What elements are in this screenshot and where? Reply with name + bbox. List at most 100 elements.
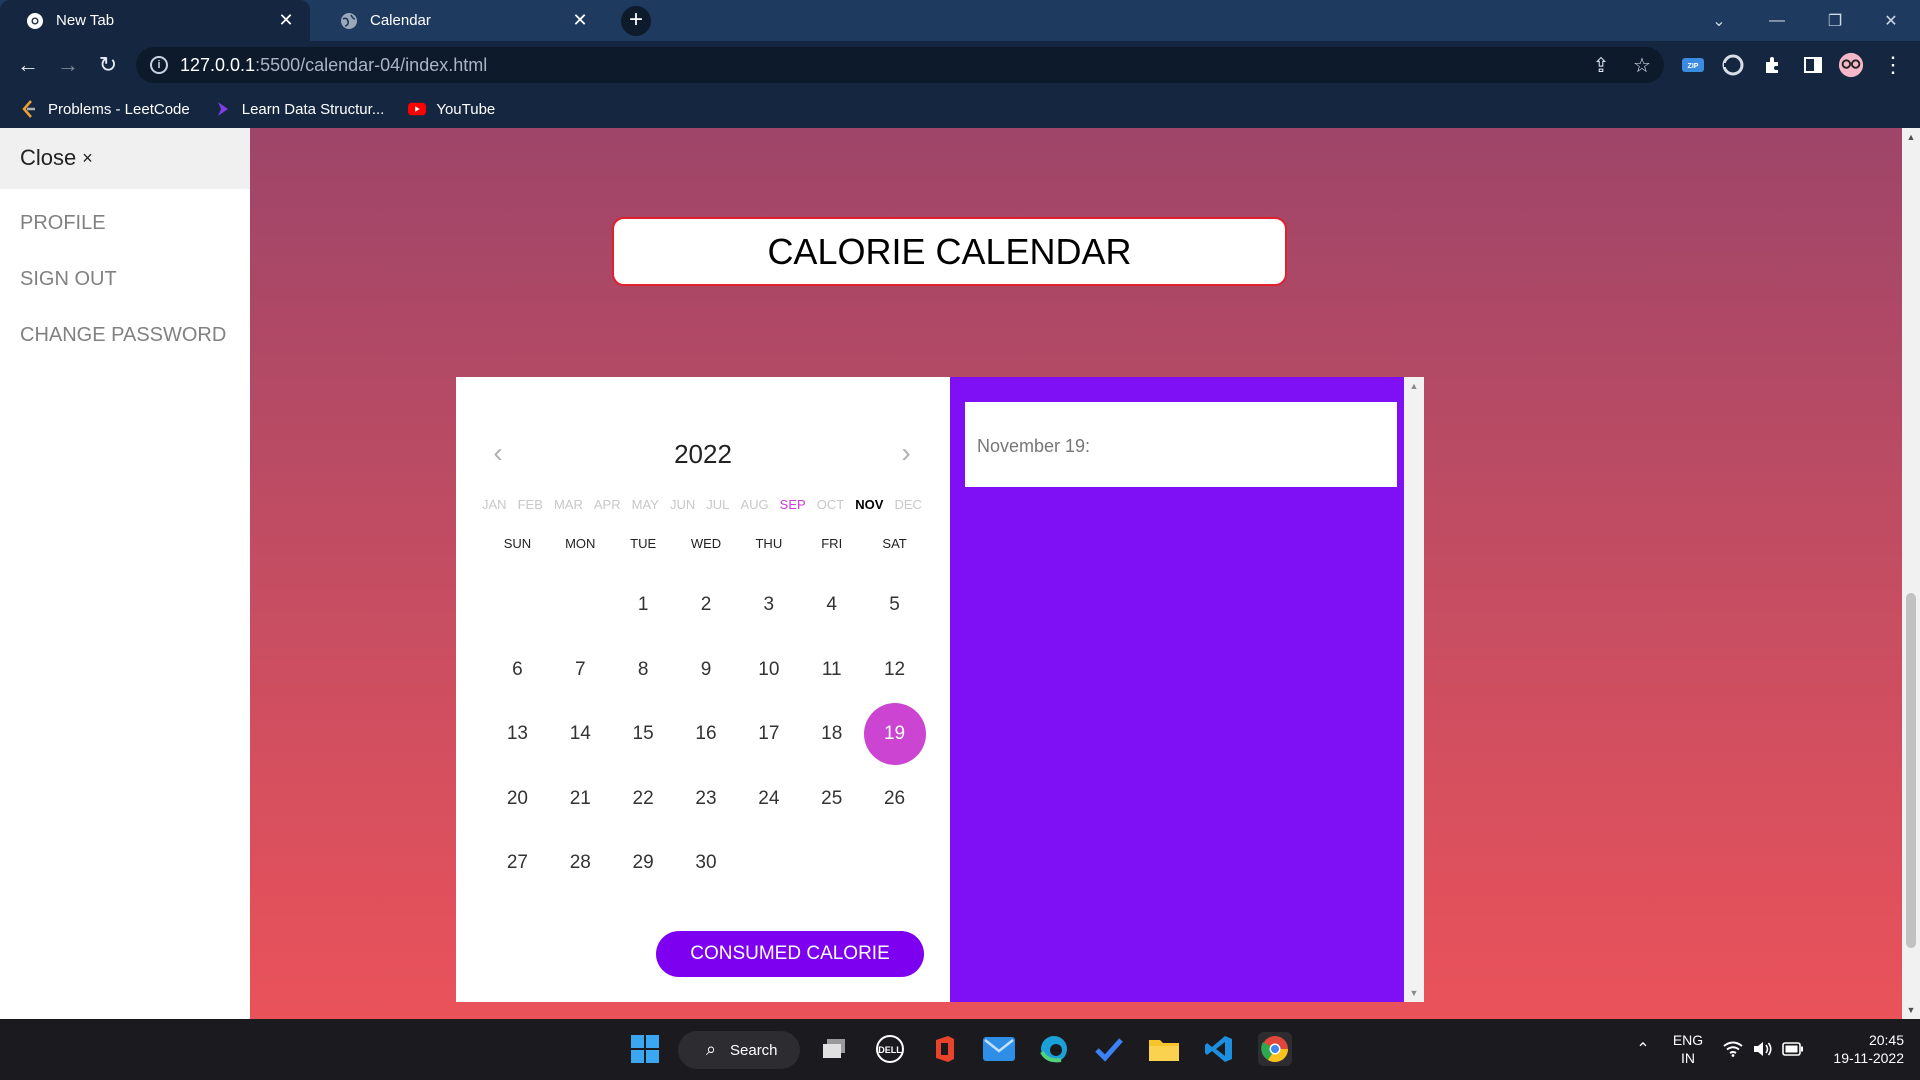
month-sep[interactable]: SEP xyxy=(780,497,806,512)
month-jan[interactable]: JAN xyxy=(482,497,507,512)
edge-icon[interactable] xyxy=(1037,1032,1071,1066)
month-aug[interactable]: AUG xyxy=(740,497,768,512)
close-label: Close xyxy=(20,145,77,170)
day-cell[interactable]: 10 xyxy=(737,638,800,703)
vscode-icon[interactable] xyxy=(1202,1032,1236,1066)
info-icon[interactable]: i xyxy=(150,56,168,74)
day-cell[interactable]: 15 xyxy=(612,702,675,767)
tab-calendar[interactable]: Calendar ✕ xyxy=(314,0,604,41)
day-cell[interactable]: 14 xyxy=(549,702,612,767)
consumed-calorie-button[interactable]: CONSUMED CALORIE xyxy=(656,931,924,977)
zip-extension-icon[interactable]: ZIP xyxy=(1680,52,1706,78)
weekday-sun: SUN xyxy=(503,536,532,551)
back-icon[interactable]: ← xyxy=(12,49,44,81)
close-icon[interactable]: ✕ xyxy=(570,10,590,31)
day-cell[interactable]: 4 xyxy=(800,573,863,638)
day-cell[interactable]: 21 xyxy=(549,767,612,832)
day-cell[interactable]: 25 xyxy=(800,767,863,832)
minimize-icon[interactable]: — xyxy=(1748,0,1806,41)
day-cell[interactable]: 2 xyxy=(675,573,738,638)
month-nov[interactable]: NOV xyxy=(855,497,883,512)
scroll-down-icon[interactable]: ▼ xyxy=(1404,988,1424,998)
more-menu-icon[interactable]: ⋮ xyxy=(1880,52,1906,78)
day-cell[interactable]: 23 xyxy=(675,767,738,832)
day-cell[interactable]: 30 xyxy=(675,831,738,896)
day-cell[interactable]: 22 xyxy=(612,767,675,832)
day-cell[interactable]: 5 xyxy=(863,573,926,638)
day-cell[interactable]: 18 xyxy=(800,702,863,767)
close-icon[interactable]: ✕ xyxy=(276,10,296,31)
todo-checkmark-icon[interactable] xyxy=(1092,1032,1126,1066)
nav-link-profile[interactable]: PROFILE xyxy=(0,205,250,241)
sync-extension-icon[interactable] xyxy=(1720,52,1746,78)
day-cell[interactable]: 20 xyxy=(486,767,549,832)
language-indicator[interactable]: ENG IN xyxy=(1670,1031,1706,1067)
day-cell[interactable]: 24 xyxy=(737,767,800,832)
day-cell[interactable]: 12 xyxy=(863,638,926,703)
share-icon[interactable]: ⇪ xyxy=(1584,48,1618,82)
month-jul[interactable]: JUL xyxy=(706,497,729,512)
reload-icon[interactable]: ↻ xyxy=(92,49,124,81)
close-window-icon[interactable]: ✕ xyxy=(1862,0,1920,41)
day-cell[interactable]: 3 xyxy=(737,573,800,638)
month-jun[interactable]: JUN xyxy=(670,497,695,512)
forward-icon[interactable]: → xyxy=(52,49,84,81)
bookmark-youtube[interactable]: YouTube xyxy=(408,100,495,118)
month-apr[interactable]: APR xyxy=(594,497,621,512)
day-cell[interactable]: 8 xyxy=(612,638,675,703)
day-cell[interactable]: 6 xyxy=(486,638,549,703)
bookmark-star-icon[interactable]: ☆ xyxy=(1625,48,1659,82)
chrome-taskbar-icon[interactable] xyxy=(1258,1032,1292,1066)
taskbar-search-button[interactable]: ⌕ Search xyxy=(678,1031,800,1069)
bookmark-learn-data-structures[interactable]: Learn Data Structur... xyxy=(214,100,384,118)
day-cell[interactable]: 9 xyxy=(675,638,738,703)
month-mar[interactable]: MAR xyxy=(554,497,583,512)
side-panel-icon[interactable] xyxy=(1800,52,1826,78)
scroll-down-icon[interactable]: ▼ xyxy=(1902,1005,1920,1015)
day-cell[interactable]: 29 xyxy=(612,831,675,896)
mail-icon[interactable] xyxy=(982,1032,1016,1066)
day-cell[interactable]: 13 xyxy=(486,702,549,767)
scroll-up-icon[interactable]: ▲ xyxy=(1902,132,1920,142)
day-cell[interactable]: 28 xyxy=(549,831,612,896)
day-cell[interactable]: 17 xyxy=(737,702,800,767)
day-cell-selected[interactable]: 19 xyxy=(863,702,926,767)
month-oct[interactable]: OCT xyxy=(817,497,844,512)
file-explorer-icon[interactable] xyxy=(1147,1032,1181,1066)
scroll-up-icon[interactable]: ▲ xyxy=(1404,381,1424,391)
day-cell[interactable]: 16 xyxy=(675,702,738,767)
puzzle-icon[interactable] xyxy=(1760,52,1786,78)
day-cell[interactable]: 11 xyxy=(800,638,863,703)
month-may[interactable]: MAY xyxy=(632,497,659,512)
nav-link-change-password[interactable]: CHANGE PASSWORD xyxy=(0,317,250,353)
nav-link-sign-out[interactable]: SIGN OUT xyxy=(0,261,250,297)
chevron-up-icon[interactable]: ⌃ xyxy=(1626,1032,1660,1066)
chevron-right-icon[interactable]: › xyxy=(892,439,920,467)
task-view-icon[interactable] xyxy=(818,1032,852,1066)
day-cell[interactable]: 1 xyxy=(612,573,675,638)
day-cell[interactable]: 7 xyxy=(549,638,612,703)
new-tab-button[interactable]: + xyxy=(621,6,651,36)
month-feb[interactable]: FEB xyxy=(518,497,543,512)
windows-start-icon[interactable] xyxy=(628,1032,662,1066)
address-bar[interactable]: i 127.0.0.1 :5500/calendar-04/index.html xyxy=(136,47,1664,83)
tab-new-tab[interactable]: New Tab ✕ xyxy=(0,0,310,41)
bookmark-leetcode[interactable]: Problems - LeetCode xyxy=(20,100,190,118)
day-cell[interactable]: 26 xyxy=(863,767,926,832)
battery-icon[interactable] xyxy=(1776,1032,1810,1066)
day-cell[interactable]: 27 xyxy=(486,831,549,896)
wifi-icon[interactable] xyxy=(1716,1032,1750,1066)
scrollbar-thumb[interactable] xyxy=(1906,593,1916,948)
office-icon[interactable] xyxy=(928,1032,962,1066)
volume-icon[interactable] xyxy=(1746,1032,1780,1066)
panel-scrollbar[interactable]: ▲ ▼ xyxy=(1404,377,1424,1002)
clock[interactable]: 20:45 19-11-2022 xyxy=(1814,1031,1904,1067)
restore-icon[interactable]: ❐ xyxy=(1806,0,1864,41)
month-dec[interactable]: DEC xyxy=(894,497,921,512)
page-scrollbar[interactable]: ▲ ▼ xyxy=(1902,128,1920,1019)
avatar[interactable] xyxy=(1838,52,1864,78)
browser-toolbar: ← → ↻ i 127.0.0.1 :5500/calendar-04/inde… xyxy=(0,41,1920,90)
close-sidenav-button[interactable]: Close × xyxy=(0,128,250,189)
dell-icon[interactable]: DELL xyxy=(873,1032,907,1066)
tab-search-icon[interactable]: ⌄ xyxy=(1690,0,1748,41)
